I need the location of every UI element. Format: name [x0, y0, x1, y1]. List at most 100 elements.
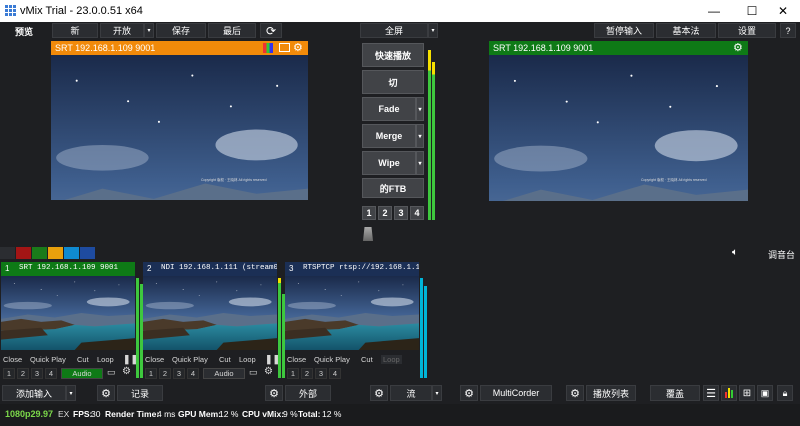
- open-dropdown-button[interactable]: ▾: [144, 23, 154, 38]
- wipe-button[interactable]: Wipe: [362, 151, 416, 175]
- tile-overlay-4-button[interactable]: 4: [329, 368, 341, 379]
- stream-button[interactable]: 流: [390, 385, 432, 401]
- list-view-icon[interactable]: ☰: [703, 385, 719, 401]
- record-gear-icon[interactable]: ⚙: [97, 385, 115, 401]
- merge-button[interactable]: Merge: [362, 124, 416, 148]
- tile-audio-button[interactable]: Audio: [203, 368, 245, 379]
- tile-overlay-4-button[interactable]: 4: [45, 368, 57, 379]
- color-swatch[interactable]: [80, 247, 95, 259]
- tile-quick-play-button[interactable]: Quick Play: [30, 355, 66, 364]
- display-icon[interactable]: [279, 43, 290, 52]
- transition-4-button[interactable]: 4: [410, 206, 424, 220]
- tile-overlay-3-button[interactable]: 3: [31, 368, 43, 379]
- input-header[interactable]: 2 NDI 192.168.1.111 (stream0): [143, 262, 277, 276]
- minimize-button[interactable]: —: [697, 0, 731, 22]
- tile-cut-button[interactable]: Cut: [77, 355, 89, 364]
- tile-overlay-1-button[interactable]: 1: [3, 368, 15, 379]
- gear-icon[interactable]: ⚙: [264, 366, 273, 377]
- open-button[interactable]: 开放: [100, 23, 144, 38]
- t-bar-slider[interactable]: [363, 227, 373, 241]
- tile-loop-button[interactable]: Loop: [381, 355, 402, 364]
- stream-dropdown-button[interactable]: ▾: [432, 385, 442, 401]
- external-button[interactable]: 外部: [285, 385, 331, 401]
- color-swatch[interactable]: [48, 247, 63, 259]
- tile-close-button[interactable]: Close: [145, 355, 164, 364]
- multicorder-button[interactable]: MultiCorder: [480, 385, 552, 401]
- tile-overlay-2-button[interactable]: 2: [159, 368, 171, 379]
- fullscreen-dropdown-button[interactable]: ▾: [428, 23, 438, 38]
- help-button[interactable]: ?: [780, 23, 796, 38]
- tile-overlay-3-button[interactable]: 3: [173, 368, 185, 379]
- close-button[interactable]: ✕: [766, 0, 800, 22]
- add-input-dropdown-button[interactable]: ▾: [66, 385, 76, 401]
- tile-quick-play-button[interactable]: Quick Play: [314, 355, 350, 364]
- color-swatch[interactable]: [0, 247, 15, 259]
- monitor-icon[interactable]: ▭: [107, 367, 116, 378]
- color-swatch[interactable]: [32, 247, 47, 259]
- speaker-icon[interactable]: 🔈︎: [732, 247, 738, 258]
- settings-button[interactable]: 设置: [718, 23, 776, 38]
- transition-3-button[interactable]: 3: [394, 206, 408, 220]
- tile-cut-button[interactable]: Cut: [219, 355, 231, 364]
- tile-quick-play-button[interactable]: Quick Play: [172, 355, 208, 364]
- tile-loop-button[interactable]: Loop: [97, 355, 114, 364]
- fade-button[interactable]: Fade: [362, 97, 416, 121]
- tile-audio-button[interactable]: Audio: [61, 368, 103, 379]
- input-tile[interactable]: 2 NDI 192.168.1.111 (stream0) Close Quic…: [143, 262, 285, 381]
- input-header[interactable]: 1 SRT 192.168.1.109 9001: [1, 262, 135, 276]
- playlist-button[interactable]: 播放列表: [586, 385, 636, 401]
- ftb-button[interactable]: 的FTB: [362, 178, 424, 198]
- save-button[interactable]: 保存: [156, 23, 206, 38]
- add-input-button[interactable]: 添加输入: [2, 385, 66, 401]
- fade-dropdown-button[interactable]: ▾: [416, 97, 424, 121]
- pause-input-button[interactable]: 暂停输入: [594, 23, 654, 38]
- last-button[interactable]: 最后: [208, 23, 256, 38]
- lock-icon[interactable]: 🔒︎: [777, 385, 793, 401]
- monitor-icon[interactable]: ▭: [249, 367, 258, 378]
- basic-button[interactable]: 基本法: [656, 23, 716, 38]
- tile-overlay-3-button[interactable]: 3: [315, 368, 327, 379]
- level-meter-icon[interactable]: [721, 385, 737, 401]
- multicorder-gear-icon[interactable]: ⚙: [460, 385, 478, 401]
- refresh-icon[interactable]: ⟳: [260, 23, 282, 38]
- input-tile[interactable]: 1 SRT 192.168.1.109 9001 Close Quick Pla…: [1, 262, 143, 381]
- cut-button[interactable]: 切: [362, 70, 424, 94]
- input-thumbnail[interactable]: [285, 276, 419, 350]
- record-button[interactable]: 记录: [117, 385, 163, 401]
- output-gear-icon[interactable]: ⚙: [733, 41, 743, 54]
- stream-gear-icon[interactable]: ⚙: [370, 385, 388, 401]
- gear-icon[interactable]: ⚙: [122, 366, 131, 377]
- tile-overlay-1-button[interactable]: 1: [287, 368, 299, 379]
- quick-play-button[interactable]: 快速播放: [362, 43, 424, 67]
- input-header[interactable]: 3 RTSPTCP rtsp://192.168.1.111/s: [285, 262, 419, 276]
- transition-2-button[interactable]: 2: [378, 206, 392, 220]
- gpu-label: GPU Mem:: [178, 409, 221, 419]
- wipe-dropdown-button[interactable]: ▾: [416, 151, 424, 175]
- color-swatch[interactable]: [64, 247, 79, 259]
- tile-overlay-4-button[interactable]: 4: [187, 368, 199, 379]
- maximize-button[interactable]: ☐: [735, 0, 769, 22]
- external-gear-icon[interactable]: ⚙: [265, 385, 283, 401]
- overlay-button[interactable]: 覆盖: [650, 385, 700, 401]
- tile-overlay-2-button[interactable]: 2: [17, 368, 29, 379]
- color-swatch[interactable]: [16, 247, 31, 259]
- tile-overlay-2-button[interactable]: 2: [301, 368, 313, 379]
- tile-close-button[interactable]: Close: [287, 355, 306, 364]
- playlist-gear-icon[interactable]: ⚙: [566, 385, 584, 401]
- tile-loop-button[interactable]: Loop: [239, 355, 256, 364]
- preview-video[interactable]: Copyright 版权 · 王晓林 All rights reserved: [51, 55, 308, 200]
- preview-gear-icon[interactable]: ⚙: [293, 41, 303, 54]
- transition-1-button[interactable]: 1: [362, 206, 376, 220]
- fullscreen-button[interactable]: 全屏: [360, 23, 428, 38]
- merge-dropdown-button[interactable]: ▾: [416, 124, 424, 148]
- new-button[interactable]: 新: [52, 23, 98, 38]
- tile-close-button[interactable]: Close: [3, 355, 22, 364]
- input-tile[interactable]: 3 RTSPTCP rtsp://192.168.1.111/s Close Q…: [285, 262, 427, 381]
- tile-cut-button[interactable]: Cut: [361, 355, 373, 364]
- grid-view-icon[interactable]: ⊞: [739, 385, 755, 401]
- input-thumbnail[interactable]: [143, 276, 277, 350]
- input-thumbnail[interactable]: [1, 276, 135, 350]
- tile-overlay-1-button[interactable]: 1: [145, 368, 157, 379]
- color-bars-icon[interactable]: [263, 43, 273, 53]
- photo-icon[interactable]: ▣: [757, 385, 773, 401]
